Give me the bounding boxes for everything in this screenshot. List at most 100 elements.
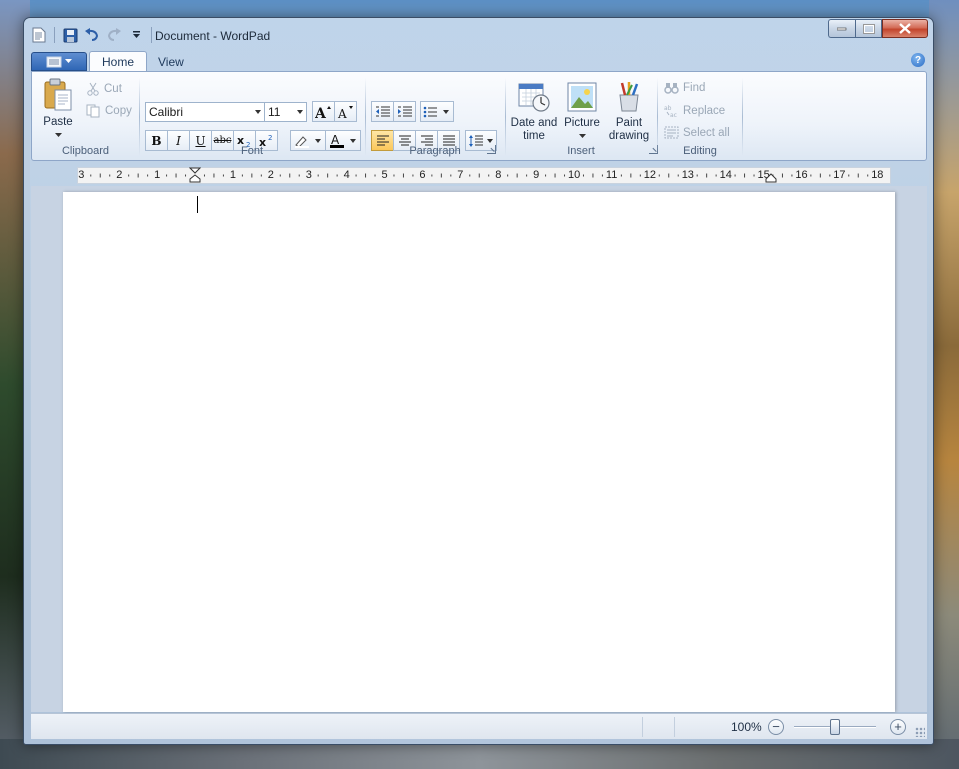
zoom-in-button[interactable]: + (890, 719, 906, 735)
insert-group-label: Insert (567, 145, 595, 157)
select-all-label: Select all (683, 126, 730, 139)
bullet-list-icon (423, 106, 449, 117)
find-button[interactable]: Find (664, 82, 705, 94)
ruler-number: 17 (833, 169, 846, 181)
ruler-number: 1 (154, 169, 161, 181)
svg-text:A: A (315, 106, 327, 119)
ruler-number: 13 (681, 169, 694, 181)
zoom-level: 100% (731, 720, 762, 734)
ruler-number: 3 (305, 169, 312, 181)
window-title: Document - WordPad (155, 29, 271, 43)
ruler-number: 8 (495, 169, 502, 181)
shrink-font-icon: A (337, 105, 353, 119)
group-separator (139, 78, 140, 156)
bullet-list-button[interactable] (420, 101, 454, 122)
document-page[interactable] (63, 192, 895, 712)
ruler[interactable]: 3 2 1 1 2 3 4 5 6 7 8 9 10 11 12 13 14 15 16 17 18 (77, 167, 891, 184)
minimize-button[interactable] (828, 19, 855, 38)
ruler-number: 12 (643, 169, 657, 181)
grow-font-button[interactable]: A (312, 101, 335, 122)
qat-separator (151, 27, 152, 43)
chevron-down-icon (65, 59, 72, 63)
font-family-combo[interactable]: Calibri (145, 102, 265, 122)
paragraph-group-label: Paragraph (409, 145, 461, 157)
indent-buttons (371, 101, 416, 122)
ruler-number: 14 (719, 169, 732, 181)
cut-button[interactable]: Cut (86, 82, 122, 96)
clipboard-group-label: Clipboard (61, 145, 110, 157)
ruler-number: 4 (343, 169, 350, 181)
font-size-value: 11 (268, 105, 281, 119)
decrease-indent-button[interactable] (371, 101, 394, 122)
redo-icon[interactable] (105, 26, 123, 44)
picture-icon (567, 82, 597, 112)
font-family-value: Calibri (149, 105, 184, 119)
zoom-slider-thumb[interactable] (830, 719, 840, 735)
tab-home[interactable]: Home (89, 51, 148, 72)
select-all-button[interactable]: Select all (664, 126, 730, 139)
text-caret (197, 196, 198, 213)
zoom-out-button[interactable]: − (768, 719, 784, 735)
find-label: Find (683, 82, 706, 94)
editing-group-label: Editing (683, 145, 717, 157)
date-time-label-2: time (523, 130, 545, 142)
ribbon-tab-row: Home View ? (31, 50, 927, 72)
picture-button[interactable]: Picture (561, 81, 603, 143)
shrink-font-button[interactable]: A (334, 101, 357, 122)
svg-text:A: A (337, 107, 347, 119)
status-separator (642, 717, 643, 737)
paste-icon (44, 78, 72, 111)
chevron-down-icon (54, 133, 62, 137)
resize-grip[interactable] (915, 727, 925, 737)
list-buttons (420, 101, 454, 122)
maximize-button[interactable] (855, 19, 882, 38)
ruler-number: 16 (795, 169, 808, 181)
group-separator (365, 78, 366, 156)
copy-button[interactable]: Copy (86, 104, 132, 118)
quick-access-toolbar (30, 26, 154, 44)
customize-qat-icon[interactable] (127, 26, 145, 44)
tab-view[interactable]: View (146, 51, 196, 72)
document-area (31, 186, 927, 712)
svg-text:ab: ab (664, 105, 672, 112)
paint-drawing-button[interactable]: Paint drawing (605, 81, 653, 143)
date-time-button[interactable]: Date and time (508, 81, 560, 143)
right-indent-marker-icon[interactable] (765, 173, 777, 183)
replace-button[interactable]: ab ac Replace (664, 104, 725, 118)
ruler-number: 9 (533, 169, 540, 181)
paragraph-group: Paragraph (368, 75, 502, 159)
increase-indent-icon (397, 106, 412, 116)
replace-icon: abac (664, 105, 677, 117)
ruler-number: 10 (568, 169, 581, 181)
paste-button[interactable]: Paste (38, 78, 78, 142)
left-indent-marker-icon[interactable] (189, 167, 201, 183)
close-button[interactable] (882, 19, 928, 38)
save-icon[interactable] (61, 26, 79, 44)
paste-label: Paste (43, 116, 73, 128)
application-menu-button[interactable] (31, 52, 87, 71)
group-separator (657, 78, 658, 156)
chevron-down-icon (297, 110, 303, 114)
copy-label: Copy (105, 105, 132, 117)
font-size-buttons: A A (312, 101, 357, 122)
picture-label: Picture (564, 117, 600, 129)
font-group-label: Font (240, 145, 263, 157)
undo-icon[interactable] (83, 26, 101, 44)
chevron-down-icon (255, 110, 261, 114)
clipboard-group: Paste Cut Copy Clipboard (34, 75, 137, 159)
chevron-down-icon (578, 134, 586, 138)
increase-indent-button[interactable] (393, 101, 416, 122)
group-separator (505, 78, 506, 156)
ruler-number: 7 (457, 169, 464, 181)
ribbon: Paste Cut Copy Clipboard Calibri 11 A A … (31, 71, 927, 161)
calendar-clock-icon (518, 83, 550, 112)
font-size-combo[interactable]: 11 (264, 102, 307, 122)
status-bar: 100% − + (31, 713, 927, 739)
ruler-number: 11 (605, 169, 618, 181)
document-icon[interactable] (30, 26, 48, 44)
qat-separator (54, 27, 55, 43)
title-bar[interactable]: Document - WordPad (24, 18, 933, 48)
paint-brushes-icon (619, 82, 639, 112)
ruler-number: 2 (116, 169, 123, 181)
help-icon[interactable]: ? (911, 53, 925, 67)
